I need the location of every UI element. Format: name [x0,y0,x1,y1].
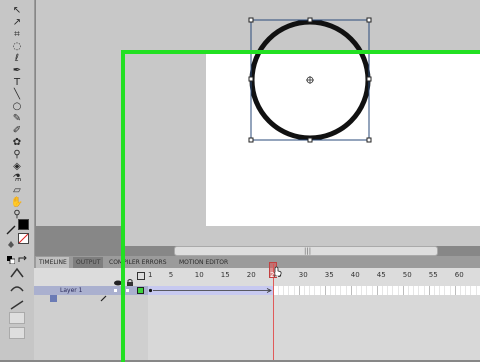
frame-cell-divider [340,286,342,295]
default-colors-icon[interactable] [7,249,16,265]
pasteboard-bottom [122,226,480,246]
tab-timeline[interactable]: TIMELINE [36,257,69,268]
frame-cell-divider [361,286,363,295]
horizontal-scrollbar[interactable]: ||| [174,246,438,256]
layer-outline-color-icon[interactable] [137,287,144,294]
frame-number-label: 40 [350,271,360,279]
pasteboard [36,0,206,226]
snap-to-objects-icon[interactable] [9,264,25,278]
frame-cell-divider [439,286,441,295]
layer-lock-dot[interactable] [126,289,129,292]
frame-number-label: 10 [194,271,204,279]
current-frame-label: 25 [270,271,279,279]
tool-option-box[interactable] [9,312,25,324]
layer-type-icon [50,287,57,306]
stroke-color-icon[interactable] [6,220,16,235]
frame-cell-divider [387,286,389,295]
frame-cell-divider [278,286,279,295]
frame-ruler[interactable]: 151015202530354045505560 [34,268,480,287]
layer-visible-dot[interactable] [114,289,117,292]
pencil-edit-icon [100,287,107,306]
frame-cell-divider [376,286,378,295]
transform-handle[interactable] [366,76,372,82]
frame-cell-divider [283,286,285,295]
frame-cell-divider [304,286,305,295]
frame-number-label: 5 [168,271,174,279]
frame-cell-divider [413,286,415,295]
transform-handle[interactable] [366,137,372,143]
transform-handle[interactable] [366,17,372,23]
frame-cell-divider [470,286,472,295]
frame-cell-divider [309,286,311,295]
frame-cell-divider [298,286,300,295]
frame-cell-divider [397,286,399,295]
frame-cell-divider [460,286,461,295]
frame-cell-divider [423,286,425,295]
frame-number-label: 30 [298,271,308,279]
frame-cell-divider [402,286,404,295]
frame-number-label: 60 [454,271,464,279]
transform-handle[interactable] [248,76,254,82]
frame-number-label: 35 [324,271,334,279]
smooth-option-icon[interactable] [9,280,25,292]
frame-cell-divider [371,286,373,295]
frame-cell-divider [293,286,295,295]
frame-number-label: 45 [376,271,386,279]
frame-cell-divider [449,286,451,295]
frame-number-label: 15 [220,271,230,279]
tab-output[interactable]: OUTPUT [73,257,103,268]
frame-cell-divider [475,286,477,295]
frame-cell-divider [418,286,420,295]
straighten-option-icon[interactable] [9,296,25,310]
frame-cell-divider [350,286,352,295]
transform-handle[interactable] [307,17,313,23]
frame-cell-divider [428,286,430,295]
circle-shape-selection[interactable] [240,10,380,150]
tool-option-box[interactable] [9,327,25,339]
frame-number-label: 50 [402,271,412,279]
transform-handle[interactable] [248,17,254,23]
frame-cell-divider [324,286,326,295]
frame-cell-divider [356,286,357,295]
tools-panel: ↖ ↗ ⌗ ◌ ℓ ✒ T ╲ ○ ✎ ✐ ✿ ⚲ ◈ ⚗ ▱ ✋ ⚲ [0,0,35,360]
swap-colors-icon[interactable] [18,249,27,262]
frame-cell-divider [392,286,394,295]
stroke-color-swatch[interactable] [18,219,29,230]
frame-cell-divider [335,286,337,295]
transform-handle[interactable] [307,137,313,143]
frame-number-label: 1 [148,271,153,279]
layer-name[interactable]: Layer 1 [60,286,82,295]
tab-compiler-errors[interactable]: COMPILER ERRORS [106,257,176,268]
frame-cell-divider [444,286,446,295]
frame-number-label: 20 [246,271,256,279]
frames-grid[interactable] [148,286,480,360]
fill-color-icon[interactable] [6,234,16,248]
panel-tab-bar: TIMELINE OUTPUT COMPILER ERRORS MOTION E… [34,256,480,268]
frame-cell-divider [314,286,316,295]
frame-cell-divider [345,286,347,295]
fill-color-swatch[interactable] [18,233,29,244]
frame-cell-divider [366,286,368,295]
frame-cell-divider [465,286,467,295]
frame-cell-divider [330,286,331,295]
frame-cell-divider [434,286,435,295]
frame-cell-divider [288,286,290,295]
frame-cell-divider [408,286,409,295]
tab-motion-editor[interactable]: MOTION EDITOR [176,257,232,268]
frame-number-label: 55 [428,271,438,279]
outline-layers-icon[interactable] [137,272,145,280]
transform-handle[interactable] [248,137,254,143]
motion-tween-span[interactable] [148,286,274,295]
frame-cell-divider [319,286,321,295]
frame-cell-divider [454,286,456,295]
timeline-panel: TIMELINE OUTPUT COMPILER ERRORS MOTION E… [34,256,480,360]
frame-cell-divider [382,286,383,295]
scrollbar-grip-icon[interactable]: ||| [304,248,311,255]
